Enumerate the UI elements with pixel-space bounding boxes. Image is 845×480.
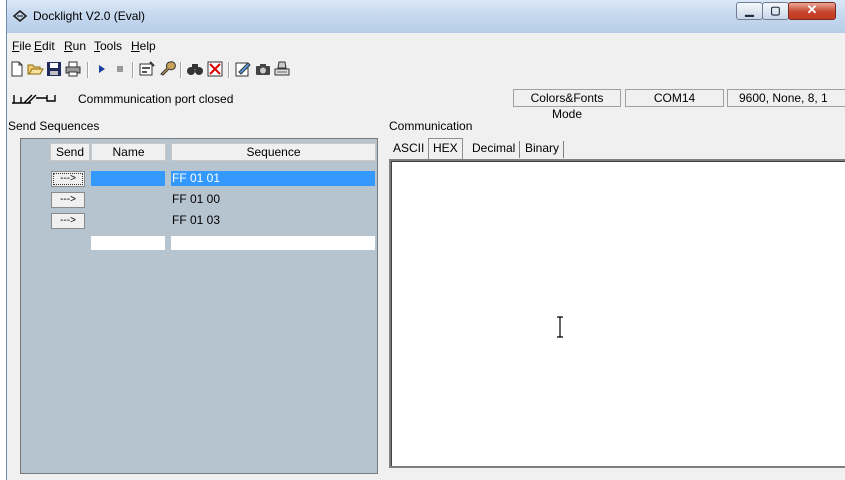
send-command-icon[interactable] bbox=[159, 60, 177, 78]
print-icon[interactable] bbox=[64, 60, 82, 78]
tab-ascii[interactable]: ASCII bbox=[389, 141, 428, 158]
send-button[interactable]: ---> bbox=[51, 213, 85, 229]
port-closed-icon bbox=[12, 94, 56, 104]
keyboard-icon[interactable] bbox=[273, 60, 291, 78]
snapshot-icon[interactable] bbox=[254, 60, 272, 78]
menu-help[interactable]: Help bbox=[131, 39, 156, 53]
send-sequences-label: Send Sequences bbox=[8, 119, 100, 133]
title-bar[interactable]: Docklight V2.0 (Eval) ▁ ▢ ✕ bbox=[7, 0, 845, 33]
port-settings-indicator: 9600, None, 8, 1 bbox=[727, 89, 845, 107]
tab-decimal[interactable]: Decimal bbox=[468, 141, 521, 158]
minimize-icon: ▁ bbox=[745, 5, 754, 17]
app-window: Docklight V2.0 (Eval) ▁ ▢ ✕ File Edit Ru… bbox=[6, 0, 845, 480]
send-button[interactable]: ---> bbox=[51, 171, 85, 187]
menu-file[interactable]: File bbox=[12, 39, 31, 53]
name-cell[interactable] bbox=[91, 171, 165, 186]
tab-hex[interactable]: HEX bbox=[428, 138, 463, 159]
clear-icon[interactable] bbox=[206, 60, 224, 78]
menu-run[interactable]: Run bbox=[64, 39, 86, 53]
close-button[interactable]: ✕ bbox=[788, 2, 836, 20]
new-file-icon[interactable] bbox=[8, 60, 26, 78]
close-icon: ✕ bbox=[806, 2, 818, 17]
toolbar-separator bbox=[87, 62, 89, 78]
column-header-send[interactable]: Send bbox=[50, 143, 90, 161]
column-header-name[interactable]: Name bbox=[91, 143, 166, 161]
app-logo-icon bbox=[13, 10, 27, 22]
column-header-sequence[interactable]: Sequence bbox=[171, 143, 376, 161]
communication-output[interactable] bbox=[389, 159, 845, 468]
send-sequences-grid: Send Name Sequence ---> FF 01 01 ---> FF… bbox=[20, 138, 378, 474]
name-cell[interactable] bbox=[91, 213, 165, 228]
maximize-icon: ▢ bbox=[770, 5, 781, 17]
port-status-text: Commmunication port closed bbox=[78, 92, 234, 106]
toolbar-separator bbox=[132, 62, 134, 78]
find-icon[interactable] bbox=[186, 60, 204, 78]
toolbar bbox=[7, 58, 845, 86]
new-name-cell[interactable] bbox=[91, 236, 165, 250]
name-cell[interactable] bbox=[91, 192, 165, 207]
sequence-cell[interactable]: FF 01 03 bbox=[171, 213, 375, 228]
mode-indicator: Colors&Fonts Mode bbox=[513, 89, 621, 121]
new-sequence-row[interactable] bbox=[21, 235, 379, 255]
menu-tools[interactable]: Tools bbox=[94, 39, 122, 53]
open-folder-icon[interactable] bbox=[26, 60, 44, 78]
minimize-button[interactable]: ▁ bbox=[736, 2, 763, 20]
send-button[interactable]: ---> bbox=[51, 192, 85, 208]
com-port-indicator: COM14 bbox=[625, 89, 724, 107]
run-icon[interactable] bbox=[93, 60, 111, 78]
toolbar-separator bbox=[180, 62, 182, 78]
status-line: Commmunication port closed Colors&Fonts … bbox=[7, 88, 845, 121]
new-sequence-cell[interactable] bbox=[171, 236, 375, 250]
text-cursor-icon bbox=[557, 316, 563, 338]
stop-icon[interactable] bbox=[111, 60, 129, 78]
communication-label: Communication bbox=[389, 119, 473, 133]
edit-icon[interactable] bbox=[234, 60, 252, 78]
sequence-row[interactable]: ---> FF 01 03 bbox=[21, 212, 379, 232]
settings-icon[interactable] bbox=[138, 60, 156, 78]
sequence-row[interactable]: ---> FF 01 01 bbox=[21, 170, 379, 190]
sequence-cell[interactable]: FF 01 00 bbox=[171, 192, 375, 207]
sequence-row[interactable]: ---> FF 01 00 bbox=[21, 191, 379, 211]
tab-binary[interactable]: Binary bbox=[521, 141, 565, 158]
window-title: Docklight V2.0 (Eval) bbox=[33, 9, 146, 23]
save-icon[interactable] bbox=[45, 60, 63, 78]
sequence-cell[interactable]: FF 01 01 bbox=[171, 171, 375, 186]
maximize-button[interactable]: ▢ bbox=[762, 2, 789, 20]
menu-bar: File Edit Run Tools Help bbox=[7, 37, 845, 56]
toolbar-separator bbox=[228, 62, 230, 78]
menu-edit[interactable]: Edit bbox=[34, 39, 55, 53]
